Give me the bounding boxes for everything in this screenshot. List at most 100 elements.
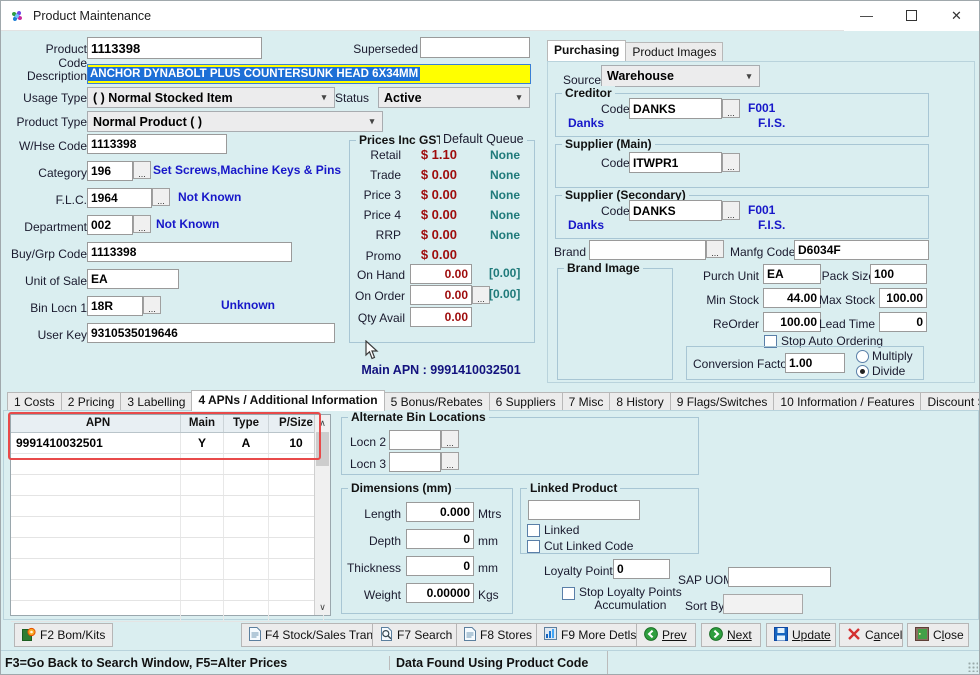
tab-history[interactable]: 8 History [609, 392, 671, 411]
supplier-secondary-code-input[interactable]: DANKS [629, 200, 722, 221]
user-key-input[interactable]: 9310535019646 [87, 323, 335, 343]
prev-button[interactable]: Prev [636, 623, 696, 647]
search-button[interactable]: F7 Search [372, 623, 461, 647]
table-row[interactable] [11, 559, 330, 580]
tab-purchasing[interactable]: Purchasing [547, 40, 627, 61]
lead-time-input[interactable]: 0 [879, 312, 927, 332]
max-stock-input[interactable]: 100.00 [879, 288, 927, 308]
locn2-lookup-button[interactable]: ... [441, 430, 459, 448]
tab-labelling[interactable]: 3 Labelling [120, 392, 193, 411]
table-row[interactable] [11, 517, 330, 538]
conversion-factor-input[interactable]: 1.00 [785, 353, 845, 373]
table-row[interactable] [11, 496, 330, 517]
table-row[interactable] [11, 580, 330, 601]
on-order-input[interactable]: 0.00 [410, 285, 472, 305]
cancel-button[interactable]: Cancel [839, 623, 903, 647]
tab-bonus-rebates[interactable]: 5 Bonus/Rebates [383, 392, 490, 411]
source-select[interactable]: Warehouse ▾ [601, 65, 760, 87]
table-row[interactable] [11, 454, 330, 475]
bin-locn-input[interactable]: 18R [87, 296, 143, 316]
multiply-radio[interactable] [856, 349, 869, 363]
description-input[interactable]: ANCHOR DYNABOLT PLUS COUNTERSUNK HEAD 6X… [87, 64, 531, 84]
scroll-down-icon[interactable]: ∨ [315, 599, 330, 615]
supplier-secondary-lookup-button[interactable]: ... [722, 201, 740, 220]
tab-pricing[interactable]: 2 Pricing [60, 392, 122, 411]
on-order-lookup-button[interactable]: ... [472, 286, 490, 304]
cut-linked-row[interactable]: Cut Linked Code [527, 539, 633, 553]
buygrp-input[interactable]: 1113398 [87, 242, 292, 262]
product-code-input[interactable]: 1113398 [87, 37, 262, 59]
weight-input[interactable]: 0.00000 [406, 583, 474, 603]
unit-of-sale-input[interactable]: EA [87, 269, 179, 289]
usage-type-select[interactable]: ( ) Normal Stocked Item ▾ [87, 87, 335, 108]
divide-radio[interactable] [856, 364, 869, 378]
supplier-main-code-input[interactable]: ITWPR1 [629, 152, 722, 173]
close-button-bottom[interactable]: Close [907, 623, 969, 647]
linked-row[interactable]: Linked [527, 523, 579, 537]
next-button[interactable]: Next [701, 623, 761, 647]
stop-loyalty-row[interactable]: Stop Loyalty Points Accumulation [562, 586, 682, 612]
stop-loyalty-checkbox[interactable] [562, 587, 575, 600]
tab-information-features[interactable]: 10 Information / Features [773, 392, 922, 411]
product-type-select[interactable]: Normal Product ( ) ▾ [87, 111, 383, 132]
tab-suppliers[interactable]: 6 Suppliers [488, 392, 563, 411]
loyalty-points-input[interactable]: 0 [613, 559, 670, 579]
table-row[interactable] [11, 538, 330, 559]
tab-apns-additional-information[interactable]: 4 APNs / Additional Information [191, 390, 385, 411]
flc-input[interactable]: 1964 [87, 188, 152, 208]
category-input[interactable]: 196 [87, 161, 133, 181]
minimize-button[interactable]: — [844, 1, 889, 31]
apn-grid-scrollbar[interactable]: ∧ ∨ [314, 415, 330, 615]
tab-costs[interactable]: 1 Costs [7, 392, 62, 411]
category-lookup-button[interactable]: ... [133, 161, 151, 179]
sap-uom-input[interactable] [728, 567, 831, 587]
maximize-button[interactable] [889, 1, 934, 31]
divide-radio-row[interactable]: Divide [856, 364, 905, 378]
brand-lookup-button[interactable]: ... [706, 240, 724, 258]
superseded-input[interactable] [420, 37, 530, 58]
brand-input[interactable] [589, 240, 706, 260]
qty-avail-input[interactable]: 0.00 [410, 307, 472, 327]
locn3-input[interactable] [389, 452, 441, 472]
sort-by-input[interactable] [723, 594, 803, 614]
linked-checkbox[interactable] [527, 523, 540, 537]
stock-sales-trans-button[interactable]: F4 Stock/Sales Trans [241, 623, 388, 647]
manfg-input[interactable]: D6034F [794, 240, 929, 260]
tab-product-images[interactable]: Product Images [625, 42, 724, 61]
tab-discount-structures[interactable]: Discount Structures [920, 392, 979, 411]
purch-unit-input[interactable]: EA [763, 264, 821, 284]
table-row[interactable] [11, 475, 330, 496]
linked-product-input[interactable] [528, 500, 640, 520]
bin-locn-lookup-button[interactable]: ... [143, 296, 161, 314]
multiply-radio-row[interactable]: Multiply [856, 349, 913, 363]
pack-size-input[interactable]: 100 [870, 264, 927, 284]
creditor-lookup-button[interactable]: ... [722, 99, 740, 118]
whse-code-input[interactable]: 1113398 [87, 134, 227, 154]
supplier-main-lookup-button[interactable]: ... [722, 153, 740, 172]
locn2-input[interactable] [389, 430, 441, 450]
table-row[interactable] [11, 601, 330, 622]
tab-misc[interactable]: 7 Misc [561, 392, 611, 411]
on-hand-input[interactable]: 0.00 [410, 264, 472, 284]
locn3-lookup-button[interactable]: ... [441, 452, 459, 470]
close-button[interactable]: ✕ [934, 1, 979, 31]
resize-grip-icon[interactable] [968, 661, 978, 672]
stores-button[interactable]: F8 Stores [456, 623, 541, 647]
cut-linked-checkbox[interactable] [527, 539, 540, 553]
tab-flags-switches[interactable]: 9 Flags/Switches [669, 392, 775, 411]
length-input[interactable]: 0.000 [406, 502, 474, 522]
bom-kits-button[interactable]: F2 Bom/Kits [14, 623, 114, 647]
scroll-up-icon[interactable]: ∧ [315, 415, 330, 431]
flc-lookup-button[interactable]: ... [152, 188, 170, 206]
update-button[interactable]: Update [766, 623, 836, 647]
more-detls-button[interactable]: F9 More Detls [536, 623, 645, 647]
scrollbar-thumb[interactable] [316, 432, 329, 466]
department-input[interactable]: 002 [87, 215, 133, 235]
depth-input[interactable]: 0 [406, 529, 474, 549]
department-lookup-button[interactable]: ... [133, 215, 151, 233]
table-row[interactable]: 9991410032501 Y A 10 [11, 433, 330, 454]
status-select[interactable]: Active ▾ [378, 87, 530, 108]
apn-grid[interactable]: APN Main Type P/Size 9991410032501 Y A 1… [10, 414, 331, 622]
thickness-input[interactable]: 0 [406, 556, 474, 576]
creditor-code-input[interactable]: DANKS [629, 98, 722, 119]
